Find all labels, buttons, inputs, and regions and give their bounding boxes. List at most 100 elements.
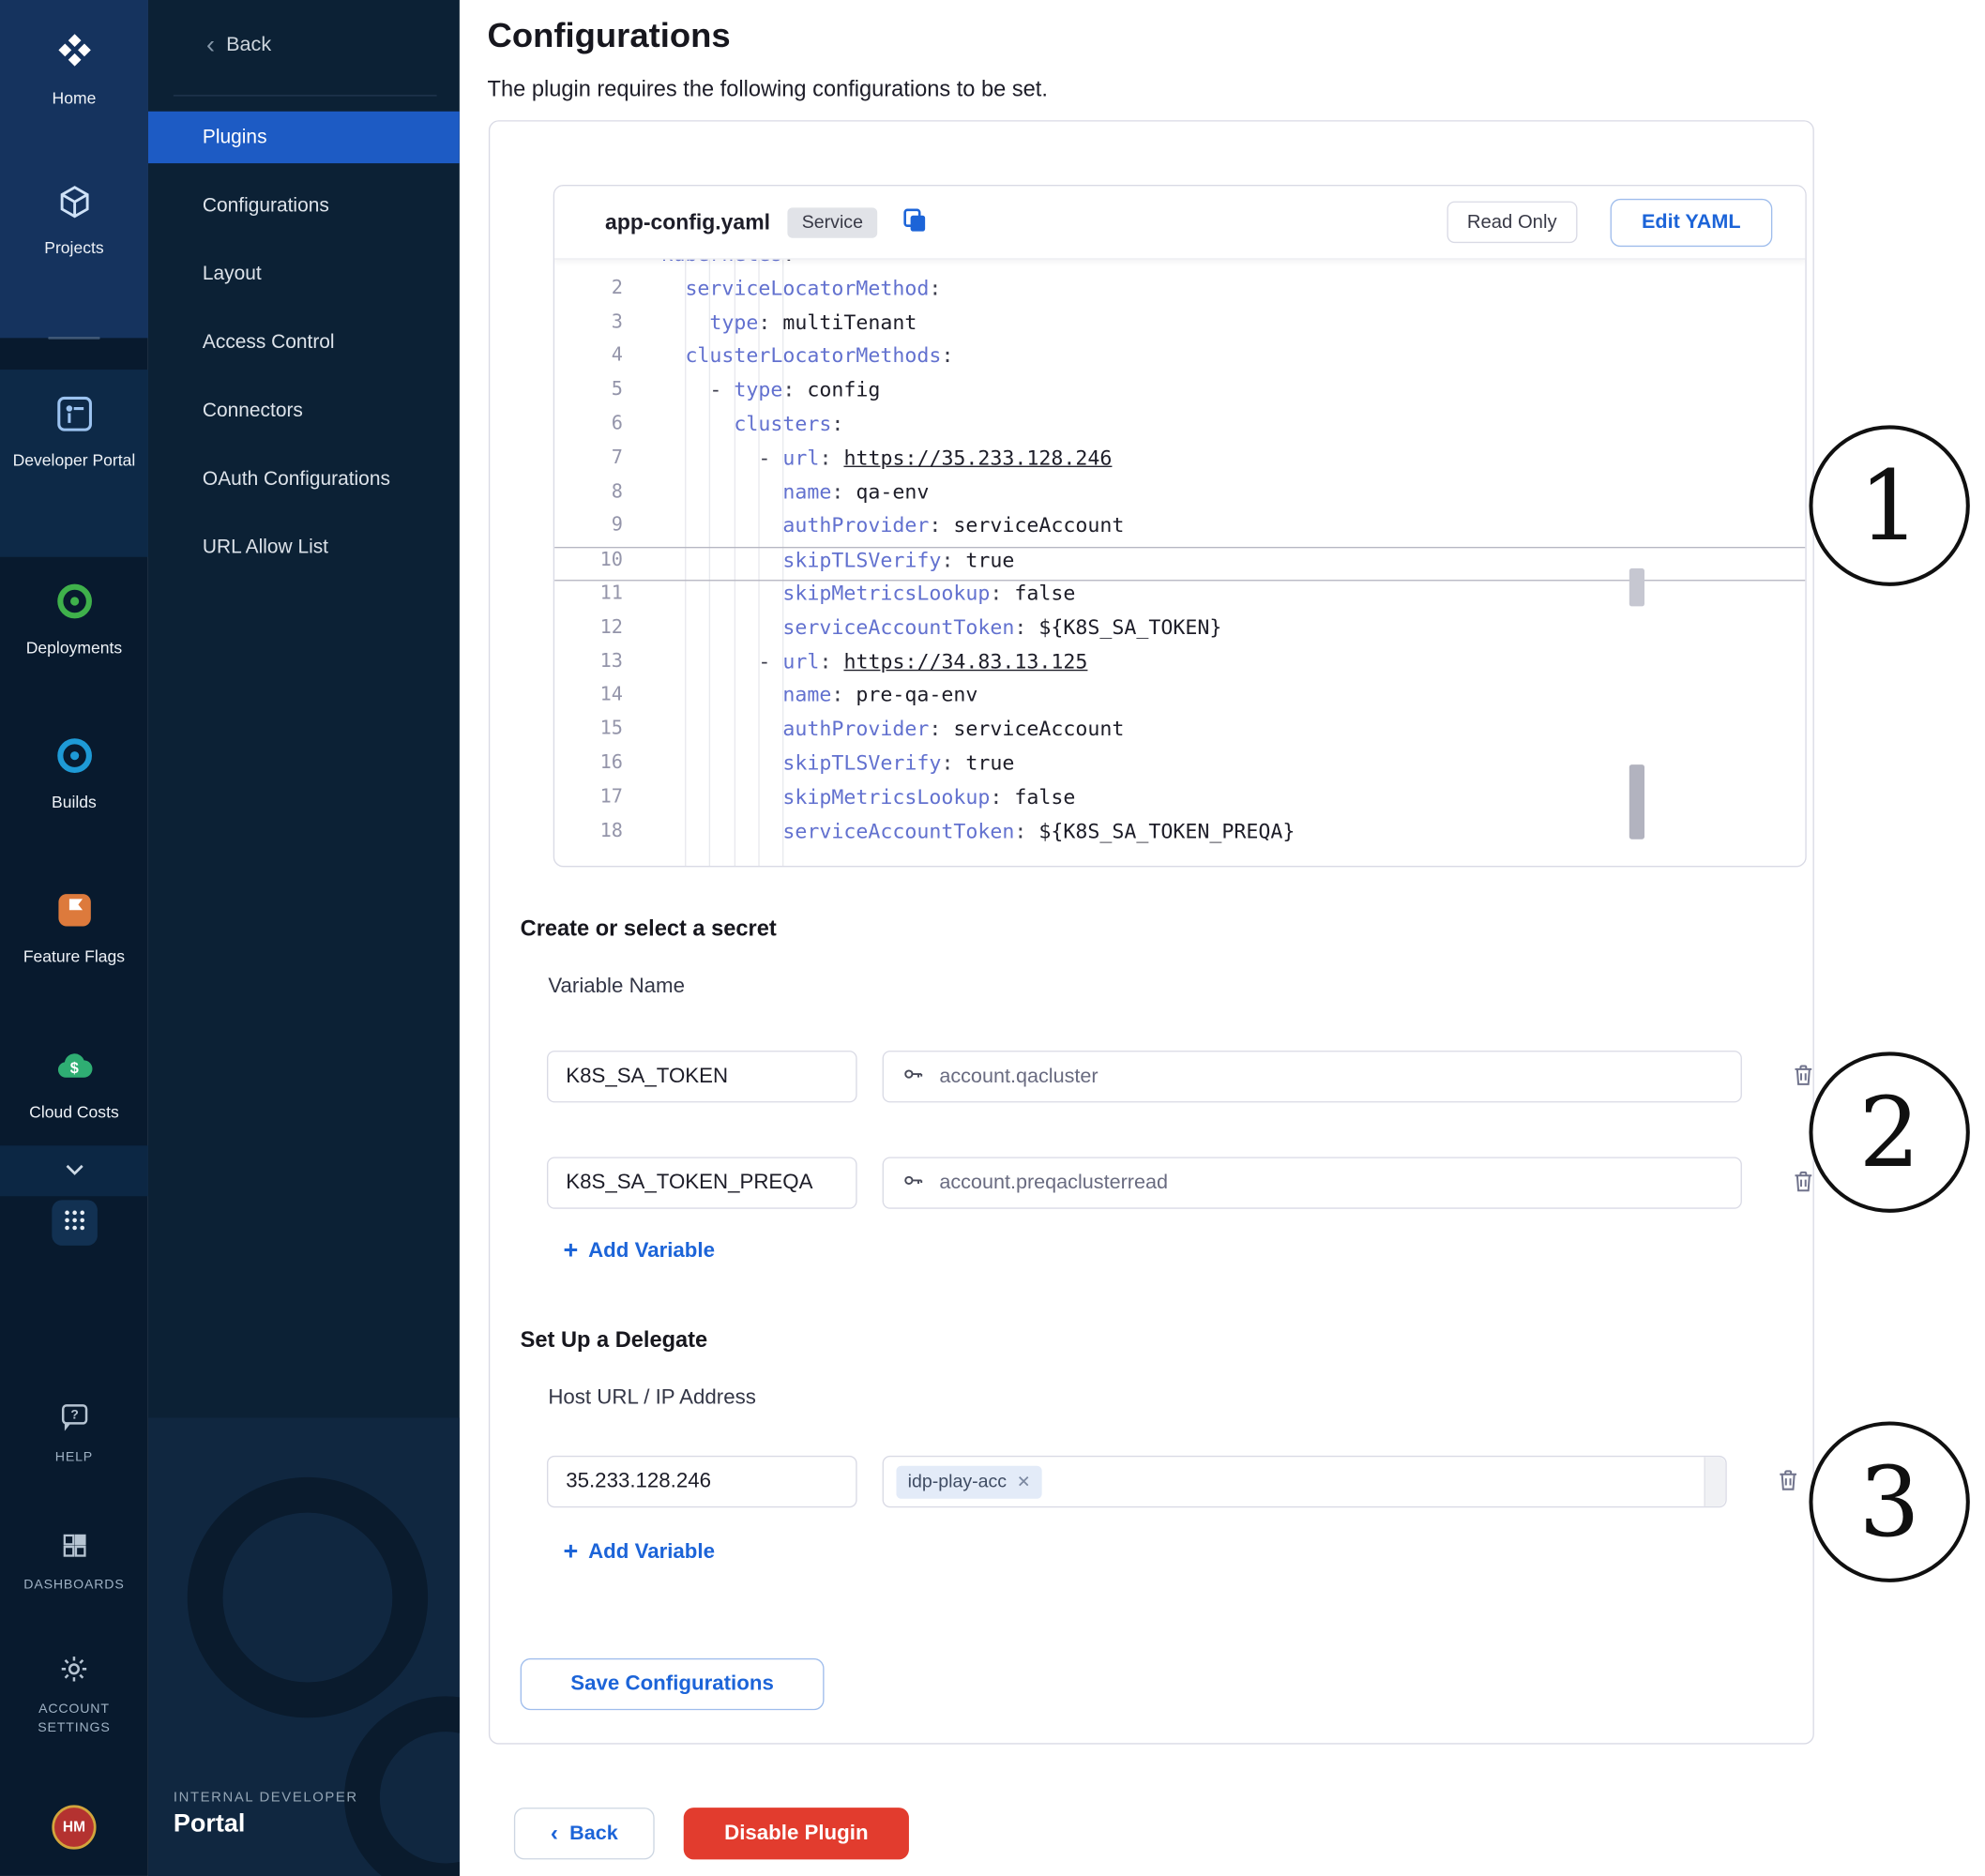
module-grid-button[interactable] — [52, 1200, 98, 1246]
code-line-13: 13 - url: https://34.83.13.125 — [554, 649, 1805, 683]
sidebar-decoration — [148, 1417, 460, 1876]
deployments-icon — [53, 580, 96, 629]
add-variable-link[interactable]: + Add Variable — [564, 1238, 715, 1263]
module-rail: Home Projects Developer Portal Deploymen… — [0, 0, 148, 1876]
code-line-12: 12 serviceAccountToken: ${K8S_SA_TOKEN} — [554, 615, 1805, 649]
decorative-ring — [344, 1696, 460, 1876]
user-avatar[interactable]: HM — [52, 1805, 96, 1849]
variable-row: account.qacluster — [547, 1051, 1817, 1102]
trash-icon — [1775, 1466, 1801, 1496]
sidebar-menu: Plugins Configurations Layout Access Contro… — [148, 112, 460, 590]
cloud-costs-icon: $ — [52, 1044, 98, 1094]
projects-icon — [53, 182, 94, 229]
disable-plugin-button[interactable]: Disable Plugin — [684, 1808, 909, 1859]
trash-icon — [1790, 1168, 1816, 1198]
nav-projects[interactable]: Projects — [0, 182, 148, 257]
delegate-section-heading: Set Up a Delegate — [521, 1326, 707, 1353]
svg-text:$: $ — [69, 1060, 78, 1077]
nav-home[interactable]: Home — [0, 30, 148, 107]
host-url-input[interactable] — [547, 1456, 857, 1507]
code-line-17: 17 skipMetricsLookup: false — [554, 784, 1805, 818]
plus-icon: + — [564, 1539, 579, 1565]
code-line-15: 15 authProvider: serviceAccount — [554, 717, 1805, 750]
sidebar-footer-title: Portal — [174, 1810, 245, 1839]
nav-feature-flags[interactable]: Feature Flags — [0, 888, 148, 965]
builds-icon — [53, 734, 96, 784]
sidebar-item-layout[interactable]: Layout — [148, 249, 460, 300]
variable-name-input[interactable] — [547, 1051, 857, 1102]
gear-icon — [58, 1653, 90, 1690]
sidebar-item-access-control[interactable]: Access Control — [148, 316, 460, 368]
nav-cloud-costs[interactable]: $ Cloud Costs — [0, 1044, 148, 1121]
secret-select[interactable]: account.qacluster — [883, 1051, 1742, 1102]
editor-scrollbar-thumb[interactable] — [1629, 764, 1644, 840]
key-icon — [902, 1062, 926, 1092]
sidebar-divider — [174, 95, 437, 96]
nav-developer-portal[interactable]: Developer Portal — [0, 370, 148, 557]
sidebar-back-link[interactable]: ‹ Back — [206, 33, 271, 58]
save-configurations-button[interactable]: Save Configurations — [521, 1658, 825, 1710]
back-button[interactable]: ‹ Back — [514, 1808, 655, 1859]
code-line-7: 7 - url: https://35.233.128.246 — [554, 446, 1805, 479]
nav-dashboards[interactable]: DASHBOARDS — [0, 1531, 148, 1596]
nav-deployments-label: Deployments — [19, 638, 130, 657]
page-subtitle: The plugin requires the following config… — [488, 76, 1048, 102]
nav-builds[interactable]: Builds — [0, 734, 148, 811]
service-badge: Service — [788, 207, 877, 237]
annotation-circle-3: 3 — [1809, 1421, 1969, 1581]
host-url-label: Host URL / IP Address — [548, 1386, 756, 1411]
sidebar-item-connectors[interactable]: Connectors — [148, 385, 460, 436]
yaml-editor: app-config.yaml Service Read Only Edit Y… — [553, 185, 1807, 867]
dashboards-icon — [59, 1531, 89, 1567]
copy-button[interactable] — [900, 205, 929, 238]
sidebar-item-oauth-configurations[interactable]: OAuth Configurations — [148, 453, 460, 505]
add-delegate-variable-label: Add Variable — [588, 1540, 715, 1565]
delegate-row: idp-play-acc ✕ — [547, 1456, 1801, 1507]
back-button-label: Back — [569, 1823, 618, 1845]
yaml-filename: app-config.yaml — [605, 209, 770, 234]
feature-flags-icon — [53, 888, 96, 938]
chevron-left-icon: ‹ — [551, 1821, 558, 1847]
harness-logo-icon — [53, 30, 96, 80]
secret-select[interactable]: account.preqaclusterread — [883, 1157, 1742, 1208]
editor-scrollbar-thumb[interactable] — [1629, 568, 1644, 606]
editor-header: app-config.yaml Service Read Only Edit Y… — [554, 186, 1805, 259]
rail-divider — [48, 337, 99, 340]
rail-collapse-chevron[interactable] — [0, 1145, 148, 1196]
help-chat-icon: ? — [57, 1400, 90, 1440]
delete-variable-button[interactable] — [1790, 1062, 1816, 1092]
chevron-left-icon: ‹ — [206, 33, 215, 58]
tag-field-strip — [1704, 1457, 1725, 1506]
add-delegate-variable-link[interactable]: + Add Variable — [564, 1539, 715, 1565]
copy-icon — [900, 205, 929, 238]
nav-cloud-costs-label: Cloud Costs — [22, 1102, 127, 1121]
code-line-9: 9 authProvider: serviceAccount — [554, 513, 1805, 547]
delete-delegate-button[interactable] — [1775, 1466, 1801, 1496]
code-area: 1kubernetes:2 serviceLocatorMethod:3 typ… — [554, 260, 1805, 868]
nav-help-label: HELP — [48, 1448, 100, 1467]
svg-text:?: ? — [70, 1407, 78, 1422]
sidebar-item-plugins[interactable]: Plugins — [148, 112, 460, 163]
secret-section-heading: Create or select a secret — [521, 915, 777, 942]
read-only-badge: Read Only — [1447, 202, 1577, 244]
nav-feature-flags-label: Feature Flags — [16, 946, 132, 965]
edit-yaml-button[interactable]: Edit YAML — [1610, 198, 1772, 246]
nav-help[interactable]: ? HELP — [0, 1400, 148, 1468]
sidebar-item-configurations[interactable]: Configurations — [148, 180, 460, 232]
nav-account-settings-label: ACCOUNT SETTINGS — [0, 1700, 148, 1737]
sidebar-footer-eyebrow: INTERNAL DEVELOPER — [174, 1790, 358, 1805]
sidebar-item-url-allow-list[interactable]: URL Allow List — [148, 522, 460, 573]
code-line-6: 6 clusters: — [554, 412, 1805, 446]
delete-variable-button[interactable] — [1790, 1168, 1816, 1198]
delegate-tags-field[interactable]: idp-play-acc ✕ — [883, 1456, 1727, 1507]
nav-deployments[interactable]: Deployments — [0, 580, 148, 657]
variable-rows: account.qacluster account.preqaclusterrea… — [547, 1051, 1817, 1209]
code-line-8: 8 name: qa-env — [554, 479, 1805, 513]
variable-name-input[interactable] — [547, 1157, 857, 1208]
chip-remove-icon[interactable]: ✕ — [1017, 1472, 1031, 1492]
add-variable-label: Add Variable — [588, 1238, 715, 1263]
nav-projects-label: Projects — [37, 238, 112, 257]
nav-account-settings[interactable]: ACCOUNT SETTINGS — [0, 1653, 148, 1737]
code-line-4: 4 clusterLocatorMethods: — [554, 343, 1805, 377]
code-line-10: 10 skipTLSVerify: true — [554, 547, 1805, 581]
